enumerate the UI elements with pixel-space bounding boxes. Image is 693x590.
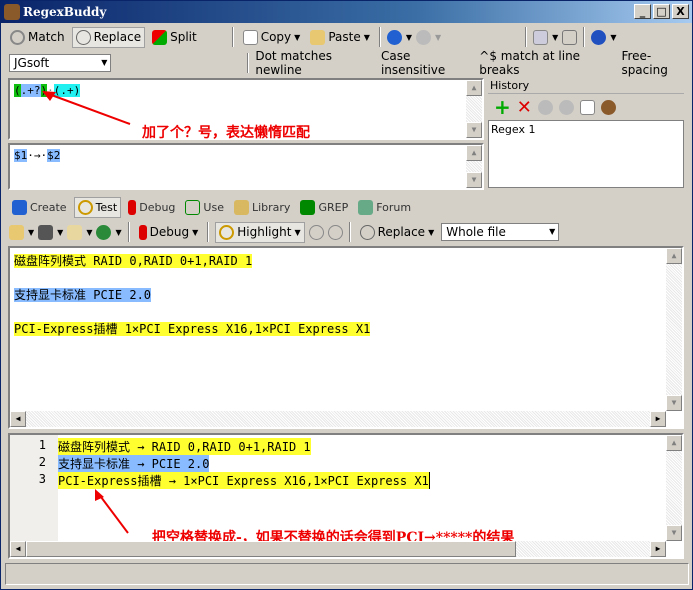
replace-results[interactable]: 1 2 3 磁盘阵列模式 → RAID 0,RAID 0+1,RAID 1 支持…	[8, 433, 684, 559]
regex-annotation: 加了个？号，表达懒惰匹配	[142, 125, 310, 141]
case-insensitive-toggle[interactable]: Case insensitive	[381, 49, 471, 77]
result-line: PCI-Express插槽 → 1×PCI Express X16,1×PCI …	[58, 472, 430, 489]
tab-create[interactable]: Create	[9, 198, 70, 217]
test-vscrollbar[interactable]: ▲ ▼	[666, 248, 682, 411]
clipboard-icon[interactable]	[67, 224, 83, 240]
history-item[interactable]: Regex 1	[491, 123, 681, 136]
add-icon[interactable]: +	[494, 95, 511, 119]
buddy-icon[interactable]	[600, 99, 616, 115]
list-icon[interactable]	[562, 29, 578, 45]
tab-test[interactable]: Test	[73, 196, 122, 218]
replacement-editor[interactable]: $1·→·$2 ▲ ▼	[8, 143, 484, 190]
debug-icon	[128, 199, 137, 215]
maximize-button[interactable]: □	[653, 4, 670, 19]
use-icon	[185, 199, 201, 215]
regex-editor[interactable]: (.+?)·(.+) 加了个？号，表达懒惰匹配 ▲ ▼	[8, 78, 484, 141]
save-icon[interactable]	[38, 224, 54, 240]
copy-label: Copy	[260, 30, 292, 44]
debug-icon	[138, 224, 147, 240]
replace-icon	[75, 29, 91, 45]
next-match-icon[interactable]	[327, 224, 343, 240]
tab-debug[interactable]: Debug	[125, 198, 178, 217]
scope-select[interactable]: Whole file ▼	[441, 223, 560, 241]
minimize-button[interactable]: _	[634, 4, 651, 19]
tab-forum[interactable]: Forum	[355, 198, 414, 217]
result-line: 支持显卡标准 → PCIE 2.0	[58, 455, 210, 472]
replacement-scrollbar[interactable]: ▲ ▼	[466, 145, 482, 188]
test-subject-editor[interactable]: 磁盘阵列模式 RAID 0,RAID 0+1,RAID 1 支持显卡标准 PCI…	[8, 246, 684, 429]
paste-button[interactable]: Paste ▼	[307, 28, 373, 47]
line-number: 1	[38, 438, 46, 452]
debug-button[interactable]: Debug ▼	[136, 223, 202, 242]
results-vscrollbar[interactable]: ▲ ▼	[666, 435, 682, 541]
history-panel: History + ✕ Regex 1	[488, 79, 684, 190]
test-line: 磁盘阵列模式 RAID 0,RAID 0+1,RAID 1	[14, 254, 253, 268]
search-icon	[10, 29, 25, 45]
flavor-value: JGsoft	[14, 56, 50, 70]
results-hscrollbar[interactable]: ◀ ▶	[10, 541, 666, 557]
test-line: 支持显卡标准 PCIE 2.0	[14, 288, 152, 302]
delete-icon[interactable]: ✕	[517, 97, 532, 118]
replace-button[interactable]: Replace ▼	[357, 223, 438, 242]
test-line: PCI-Express插槽 1×PCI Express X16,1×PCI Ex…	[14, 322, 371, 336]
move-up-icon[interactable]	[537, 99, 553, 115]
test-hscrollbar[interactable]: ◀ ▶	[10, 411, 666, 427]
highlight-button[interactable]: Highlight ▼	[215, 221, 305, 243]
replace-label: Replace	[93, 30, 142, 44]
result-line: 磁盘阵列模式 → RAID 0,RAID 0+1,RAID 1	[58, 438, 311, 455]
new-icon[interactable]	[579, 99, 595, 115]
annotation-arrow-icon	[95, 489, 129, 534]
title-bar: RegexBuddy _ □ X	[1, 1, 692, 23]
window-title: RegexBuddy	[23, 5, 107, 19]
move-down-icon[interactable]	[558, 99, 574, 115]
paste-icon	[310, 29, 326, 45]
split-icon	[152, 29, 168, 45]
split-button[interactable]: Split	[149, 28, 200, 47]
close-button[interactable]: X	[672, 4, 689, 19]
help-icon[interactable]	[591, 29, 607, 45]
layout-icon[interactable]	[533, 29, 549, 45]
history-title: History	[488, 79, 684, 94]
regexbuddy-window: RegexBuddy _ □ X Match Replace Split Copy ▼…	[0, 0, 693, 590]
copy-icon	[242, 29, 258, 45]
split-label: Split	[170, 30, 197, 44]
dot-matches-newline-toggle[interactable]: Dot matches newline	[255, 49, 373, 77]
redo-icon[interactable]	[416, 29, 432, 45]
flavor-select[interactable]: JGsoft ▼	[9, 54, 112, 72]
multiline-toggle[interactable]: ^$ match at line breaks	[479, 49, 613, 77]
regex-scrollbar[interactable]: ▲ ▼	[466, 80, 482, 138]
tab-grep[interactable]: GREP	[297, 198, 351, 217]
copy-button[interactable]: Copy ▼	[240, 28, 304, 47]
line-number: 3	[38, 472, 46, 486]
status-bar	[5, 563, 689, 585]
free-spacing-toggle[interactable]: Free-spacing	[621, 49, 692, 77]
tab-library[interactable]: Library	[231, 198, 293, 217]
separator	[231, 27, 234, 47]
grep-icon	[300, 199, 316, 215]
replace-mode-button[interactable]: Replace	[71, 26, 146, 48]
match-button[interactable]: Match	[7, 28, 68, 47]
paste-label: Paste	[328, 30, 361, 44]
line-number: 2	[38, 455, 46, 469]
library-icon	[233, 199, 249, 215]
annotation-arrow-icon	[42, 91, 131, 125]
app-logo-icon	[4, 4, 20, 20]
highlight-icon	[219, 224, 235, 240]
forum-icon	[358, 199, 374, 215]
create-icon	[12, 199, 27, 215]
undo-icon[interactable]	[386, 29, 402, 45]
tab-use[interactable]: Use	[182, 198, 227, 217]
replace-icon	[359, 224, 375, 240]
match-label: Match	[28, 30, 65, 44]
open-icon[interactable]	[9, 224, 24, 240]
web-icon[interactable]	[96, 224, 112, 240]
previous-match-icon[interactable]	[308, 224, 324, 240]
test-icon	[77, 199, 93, 215]
